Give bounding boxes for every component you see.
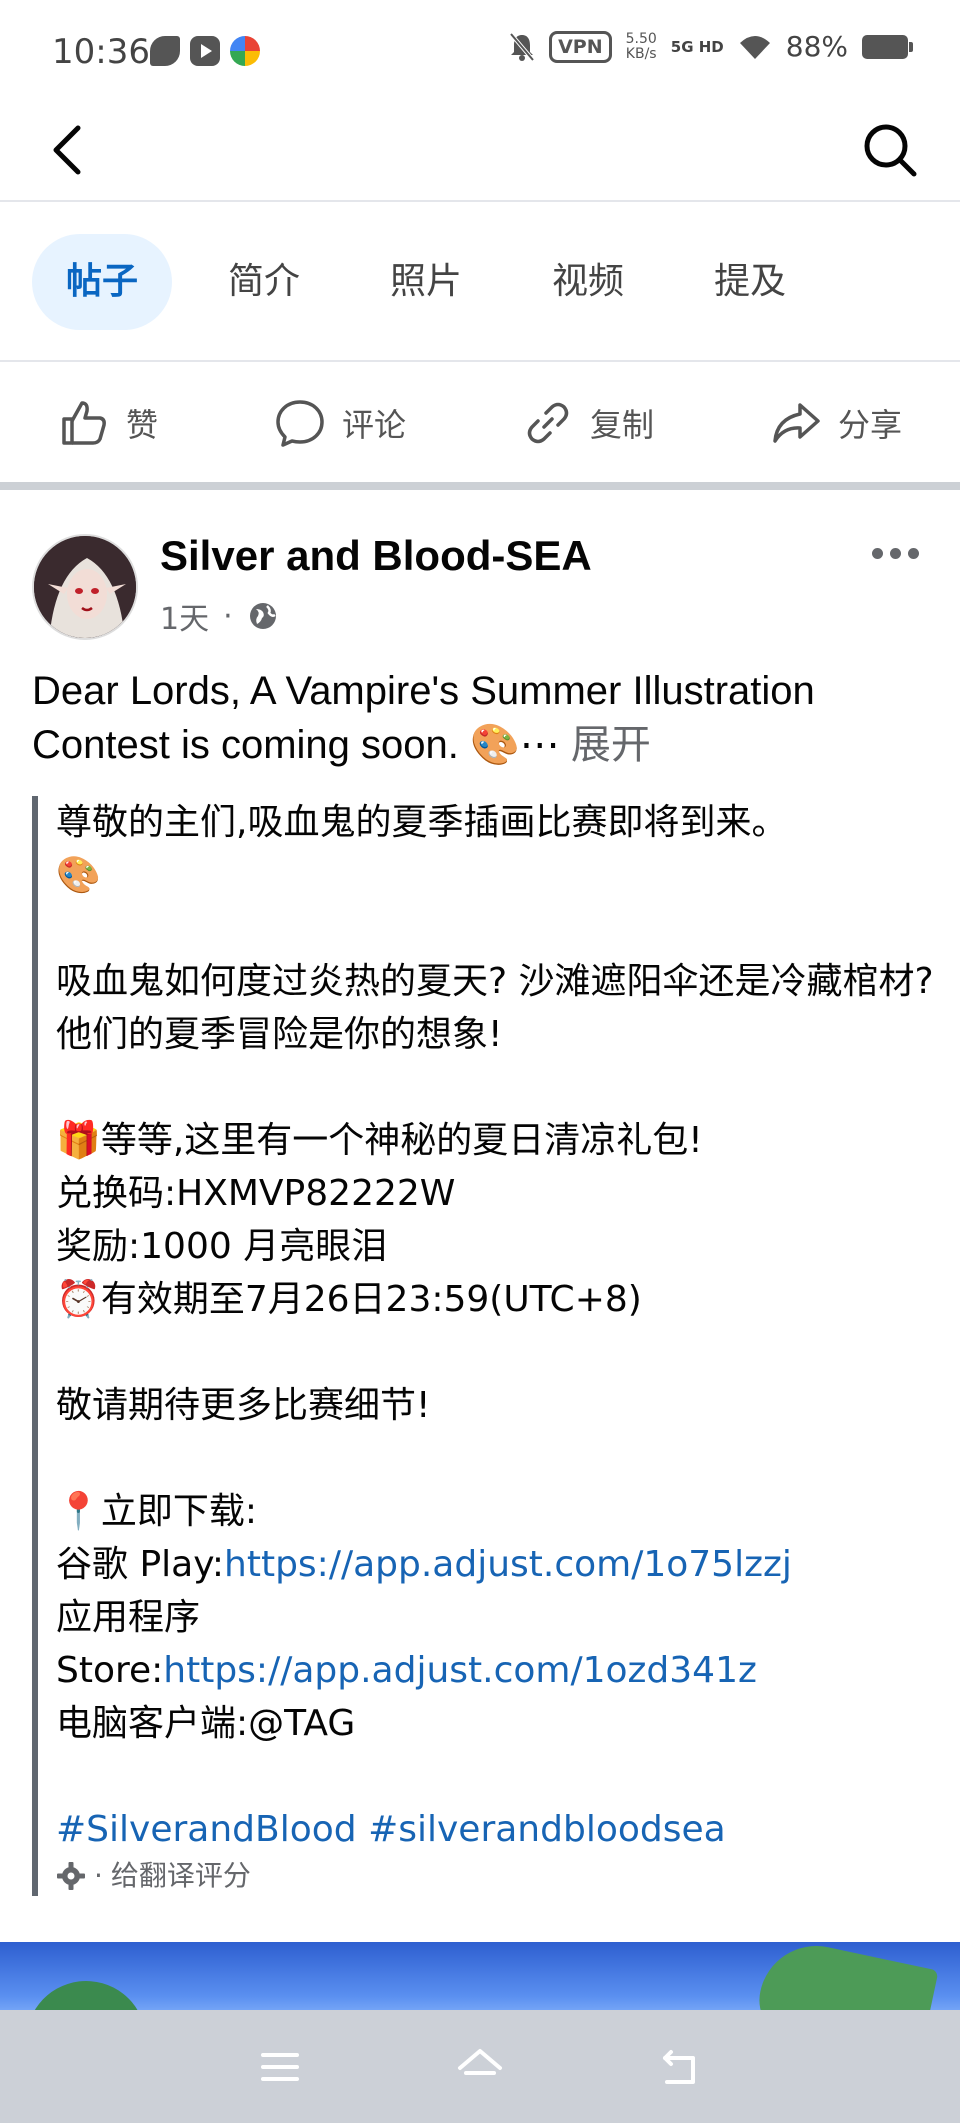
app-store-line: Store:https://app.adjust.com/1ozd341z bbox=[56, 1644, 942, 1697]
share-button[interactable]: 分享 bbox=[770, 397, 902, 449]
comment-label: 评论 bbox=[341, 406, 406, 444]
speed-unit: KB/s bbox=[625, 45, 657, 62]
post-meta: 1天 · bbox=[160, 594, 279, 638]
tab-mentions[interactable]: 提及 bbox=[680, 234, 820, 330]
back-arrow-icon[interactable] bbox=[42, 120, 102, 180]
translation-line: 尊敬的主们,吸血鬼的夏季插画比赛即将到来。 bbox=[56, 802, 788, 843]
battery-icon bbox=[862, 34, 913, 59]
hashtags: #SilverandBlood #silverandbloodsea bbox=[56, 1803, 942, 1856]
hashtag-link[interactable]: #SilverandBlood bbox=[56, 1809, 357, 1850]
download-heading: 📍立即下载: bbox=[56, 1491, 257, 1532]
status-app-icons bbox=[150, 36, 260, 66]
hashtag-link[interactable]: #silverandbloodsea bbox=[368, 1809, 726, 1850]
action-bar: 赞 评论 复制 分享 bbox=[0, 364, 960, 490]
status-bar: 10:36 VPN 5.50 KB/s 5G HD 88% bbox=[0, 0, 960, 104]
search-icon[interactable] bbox=[860, 120, 920, 180]
translation-line: 🎨 bbox=[56, 855, 101, 896]
app-notification-icon bbox=[150, 36, 180, 66]
google-play-line: 谷歌 Play:https://app.adjust.com/1o75lzzj bbox=[56, 1538, 942, 1591]
vpn-badge: VPN bbox=[549, 30, 612, 63]
post-card: Silver and Blood-SEA 1天 · Dear Lords, A … bbox=[0, 498, 960, 2032]
tab-posts[interactable]: 帖子 bbox=[32, 234, 173, 330]
system-navigation-bar bbox=[0, 2010, 960, 2123]
menu-icon[interactable] bbox=[255, 2042, 305, 2092]
tab-about[interactable]: 简介 bbox=[194, 234, 334, 330]
thumbs-up-icon bbox=[62, 401, 106, 445]
reward-line: 奖励:1000 月亮眼泪 bbox=[56, 1226, 388, 1267]
rate-translation-row[interactable]: · 给翻译评分 bbox=[56, 1856, 942, 1896]
mute-bell-icon bbox=[509, 32, 535, 61]
copy-label: 复制 bbox=[589, 406, 654, 444]
app-store-prefix: Store: bbox=[56, 1650, 164, 1691]
expiry-line: ⏰有效期至7月26日23:59(UTC+8) bbox=[56, 1279, 642, 1320]
translation-paragraph: 吸血鬼如何度过炎热的夏天? 沙滩遮阳伞还是冷藏棺材? 他们的夏季冒险是你的想象! bbox=[56, 961, 934, 1055]
app-store-link[interactable]: https://app.adjust.com/1ozd341z bbox=[163, 1650, 757, 1691]
wifi-icon bbox=[739, 35, 770, 59]
google-play-link[interactable]: https://app.adjust.com/1o75lzzj bbox=[224, 1544, 792, 1585]
like-button[interactable]: 赞 bbox=[58, 397, 158, 449]
tab-videos[interactable]: 视频 bbox=[518, 234, 658, 330]
comment-bubble-icon bbox=[276, 400, 324, 447]
signal-indicator: 5G HD bbox=[670, 37, 724, 56]
gear-icon bbox=[57, 1862, 85, 1890]
see-more-link[interactable]: 展开 bbox=[571, 723, 651, 767]
meta-separator: · bbox=[223, 598, 233, 634]
share-label: 分享 bbox=[837, 406, 902, 444]
globe-icon bbox=[249, 603, 276, 629]
google-play-prefix: 谷歌 Play: bbox=[56, 1544, 225, 1585]
pc-client-line: 电脑客户端:@TAG bbox=[56, 1703, 356, 1744]
post-time: 1天 bbox=[160, 602, 210, 637]
post-body-text: Dear Lords, A Vampire's Summer Illustrat… bbox=[32, 669, 815, 767]
status-time: 10:36 bbox=[52, 32, 150, 72]
speed-value: 5.50 bbox=[625, 30, 657, 47]
battery-percent: 88% bbox=[785, 30, 848, 63]
author-name[interactable]: Silver and Blood-SEA bbox=[160, 532, 592, 580]
copy-link-button[interactable]: 复制 bbox=[522, 397, 654, 449]
share-arrow-icon bbox=[773, 403, 820, 443]
rate-separator: · bbox=[94, 1859, 103, 1892]
profile-tabs: 帖子 简介 照片 视频 提及 bbox=[0, 204, 960, 362]
play-notification-icon bbox=[190, 36, 220, 66]
link-icon bbox=[527, 402, 569, 444]
redeem-code: 兑换码:HXMVP82222W bbox=[56, 1173, 456, 1214]
vampire-avatar-image bbox=[34, 536, 136, 638]
translated-text-block: 尊敬的主们,吸血鬼的夏季插画比赛即将到来。 🎨 吸血鬼如何度过炎热的夏天? 沙滩… bbox=[32, 796, 942, 1896]
back-system-icon[interactable] bbox=[655, 2042, 705, 2092]
top-nav-bar bbox=[0, 104, 960, 202]
like-label: 赞 bbox=[125, 406, 158, 444]
app-notification-icon-2 bbox=[230, 36, 260, 66]
network-speed: 5.50 KB/s bbox=[625, 30, 657, 62]
status-indicators: VPN 5.50 KB/s 5G HD 88% bbox=[509, 30, 913, 63]
translation-line: 敬请期待更多比赛细节! bbox=[56, 1385, 431, 1426]
post-text: Dear Lords, A Vampire's Summer Illustrat… bbox=[32, 664, 942, 772]
tab-photos[interactable]: 照片 bbox=[356, 234, 496, 330]
home-icon[interactable] bbox=[455, 2042, 505, 2092]
comment-button[interactable]: 评论 bbox=[274, 397, 406, 449]
more-options-icon[interactable] bbox=[872, 538, 932, 568]
rate-translation-label[interactable]: 给翻译评分 bbox=[111, 1856, 251, 1896]
author-avatar[interactable] bbox=[32, 534, 138, 640]
translation-line: 🎁等等,这里有一个神秘的夏日清凉礼包! bbox=[56, 1120, 703, 1161]
app-store-prefix-line: 应用程序 bbox=[56, 1597, 201, 1638]
